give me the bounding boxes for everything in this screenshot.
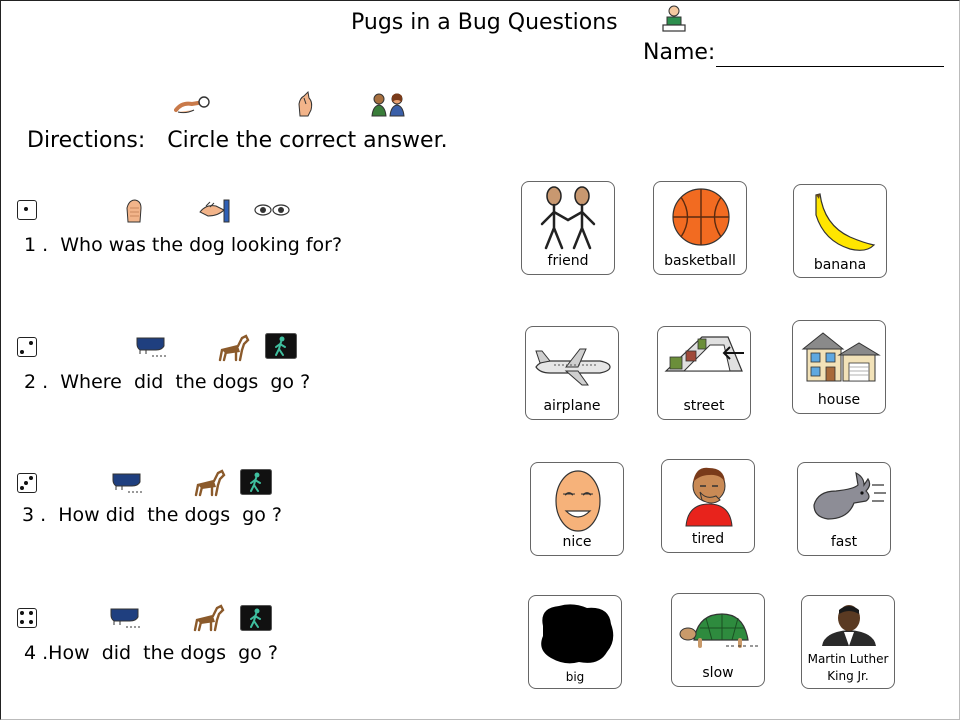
hand-who-icon <box>124 196 146 224</box>
question-3: 3 . How did the dogs go ? <box>22 504 282 526</box>
question-number: 2 . <box>24 371 49 393</box>
signing-hand-icon <box>294 90 318 118</box>
pointing-hand-icon <box>174 94 210 116</box>
directions-label: Directions: <box>27 128 146 153</box>
question-text: How did the dogs go ? <box>58 504 282 526</box>
dice-two-icon <box>17 337 37 357</box>
directions: Directions: Circle the correct answer. <box>27 128 448 153</box>
choice-tired[interactable]: tired <box>661 459 755 553</box>
choice-street[interactable]: street <box>657 326 751 420</box>
name-label: Name: <box>643 40 716 65</box>
choice-slow[interactable]: slow <box>671 593 765 687</box>
choice-label: big <box>565 670 585 684</box>
choice-house[interactable]: house <box>792 320 886 414</box>
choice-martin-luther-king[interactable]: Martin Luther King Jr. <box>801 595 895 689</box>
directions-text: Circle the correct answer. <box>167 128 448 153</box>
choice-label: tired <box>691 531 725 547</box>
choice-friend[interactable]: friend <box>521 181 615 275</box>
question-text: How did the dogs go ? <box>48 642 278 664</box>
walk-sign-icon <box>240 469 272 495</box>
shoes-walking-icon <box>110 607 142 629</box>
choice-nice[interactable]: nice <box>530 462 624 556</box>
walk-sign-icon <box>265 333 297 359</box>
choice-airplane[interactable]: airplane <box>525 326 619 420</box>
choice-basketball[interactable]: basketball <box>653 181 747 275</box>
question-text: Who was the dog looking for? <box>60 234 343 256</box>
choice-label: airplane <box>543 398 601 414</box>
shoes-walking-icon <box>136 336 168 358</box>
dogs-icon <box>192 467 228 497</box>
choice-banana[interactable]: banana <box>793 184 887 278</box>
dogs-icon <box>216 332 252 362</box>
choice-label: friend <box>547 253 589 269</box>
choice-label: basketball <box>664 253 736 269</box>
hand-looking-icon <box>198 198 232 224</box>
shoes-walking-icon <box>112 472 144 494</box>
question-number: 3 . <box>22 504 47 526</box>
choice-label-line-1: Martin Luther <box>807 652 889 666</box>
question-number: 1 . <box>24 234 49 256</box>
choice-label: fast <box>830 534 858 550</box>
choice-label: street <box>683 398 725 414</box>
question-number: 4 . <box>24 642 49 664</box>
dice-one-icon <box>17 200 37 220</box>
name-field[interactable] <box>716 66 944 67</box>
question-1: 1 . Who was the dog looking for? <box>24 234 342 256</box>
question-2: 2 . Where did the dogs go ? <box>24 371 310 393</box>
question-text: Where did the dogs go ? <box>60 371 311 393</box>
two-people-talking-icon <box>370 92 406 118</box>
choice-label-line-2: King Jr. <box>827 669 869 683</box>
choice-big[interactable]: big <box>528 595 622 689</box>
eyes-icon <box>254 203 290 217</box>
person-at-desk-icon <box>662 4 686 34</box>
choice-fast[interactable]: fast <box>797 462 891 556</box>
dice-three-icon <box>17 473 37 493</box>
walk-sign-icon <box>240 605 272 631</box>
dice-four-icon <box>17 608 37 628</box>
dogs-icon <box>191 602 227 632</box>
choice-label: banana <box>813 257 867 273</box>
choice-label: house <box>817 392 861 408</box>
choice-label: nice <box>562 534 592 550</box>
question-4: 4 .How did the dogs go ? <box>24 642 278 664</box>
choice-label: slow <box>702 665 734 681</box>
page-title: Pugs in a Bug Questions <box>351 10 618 35</box>
